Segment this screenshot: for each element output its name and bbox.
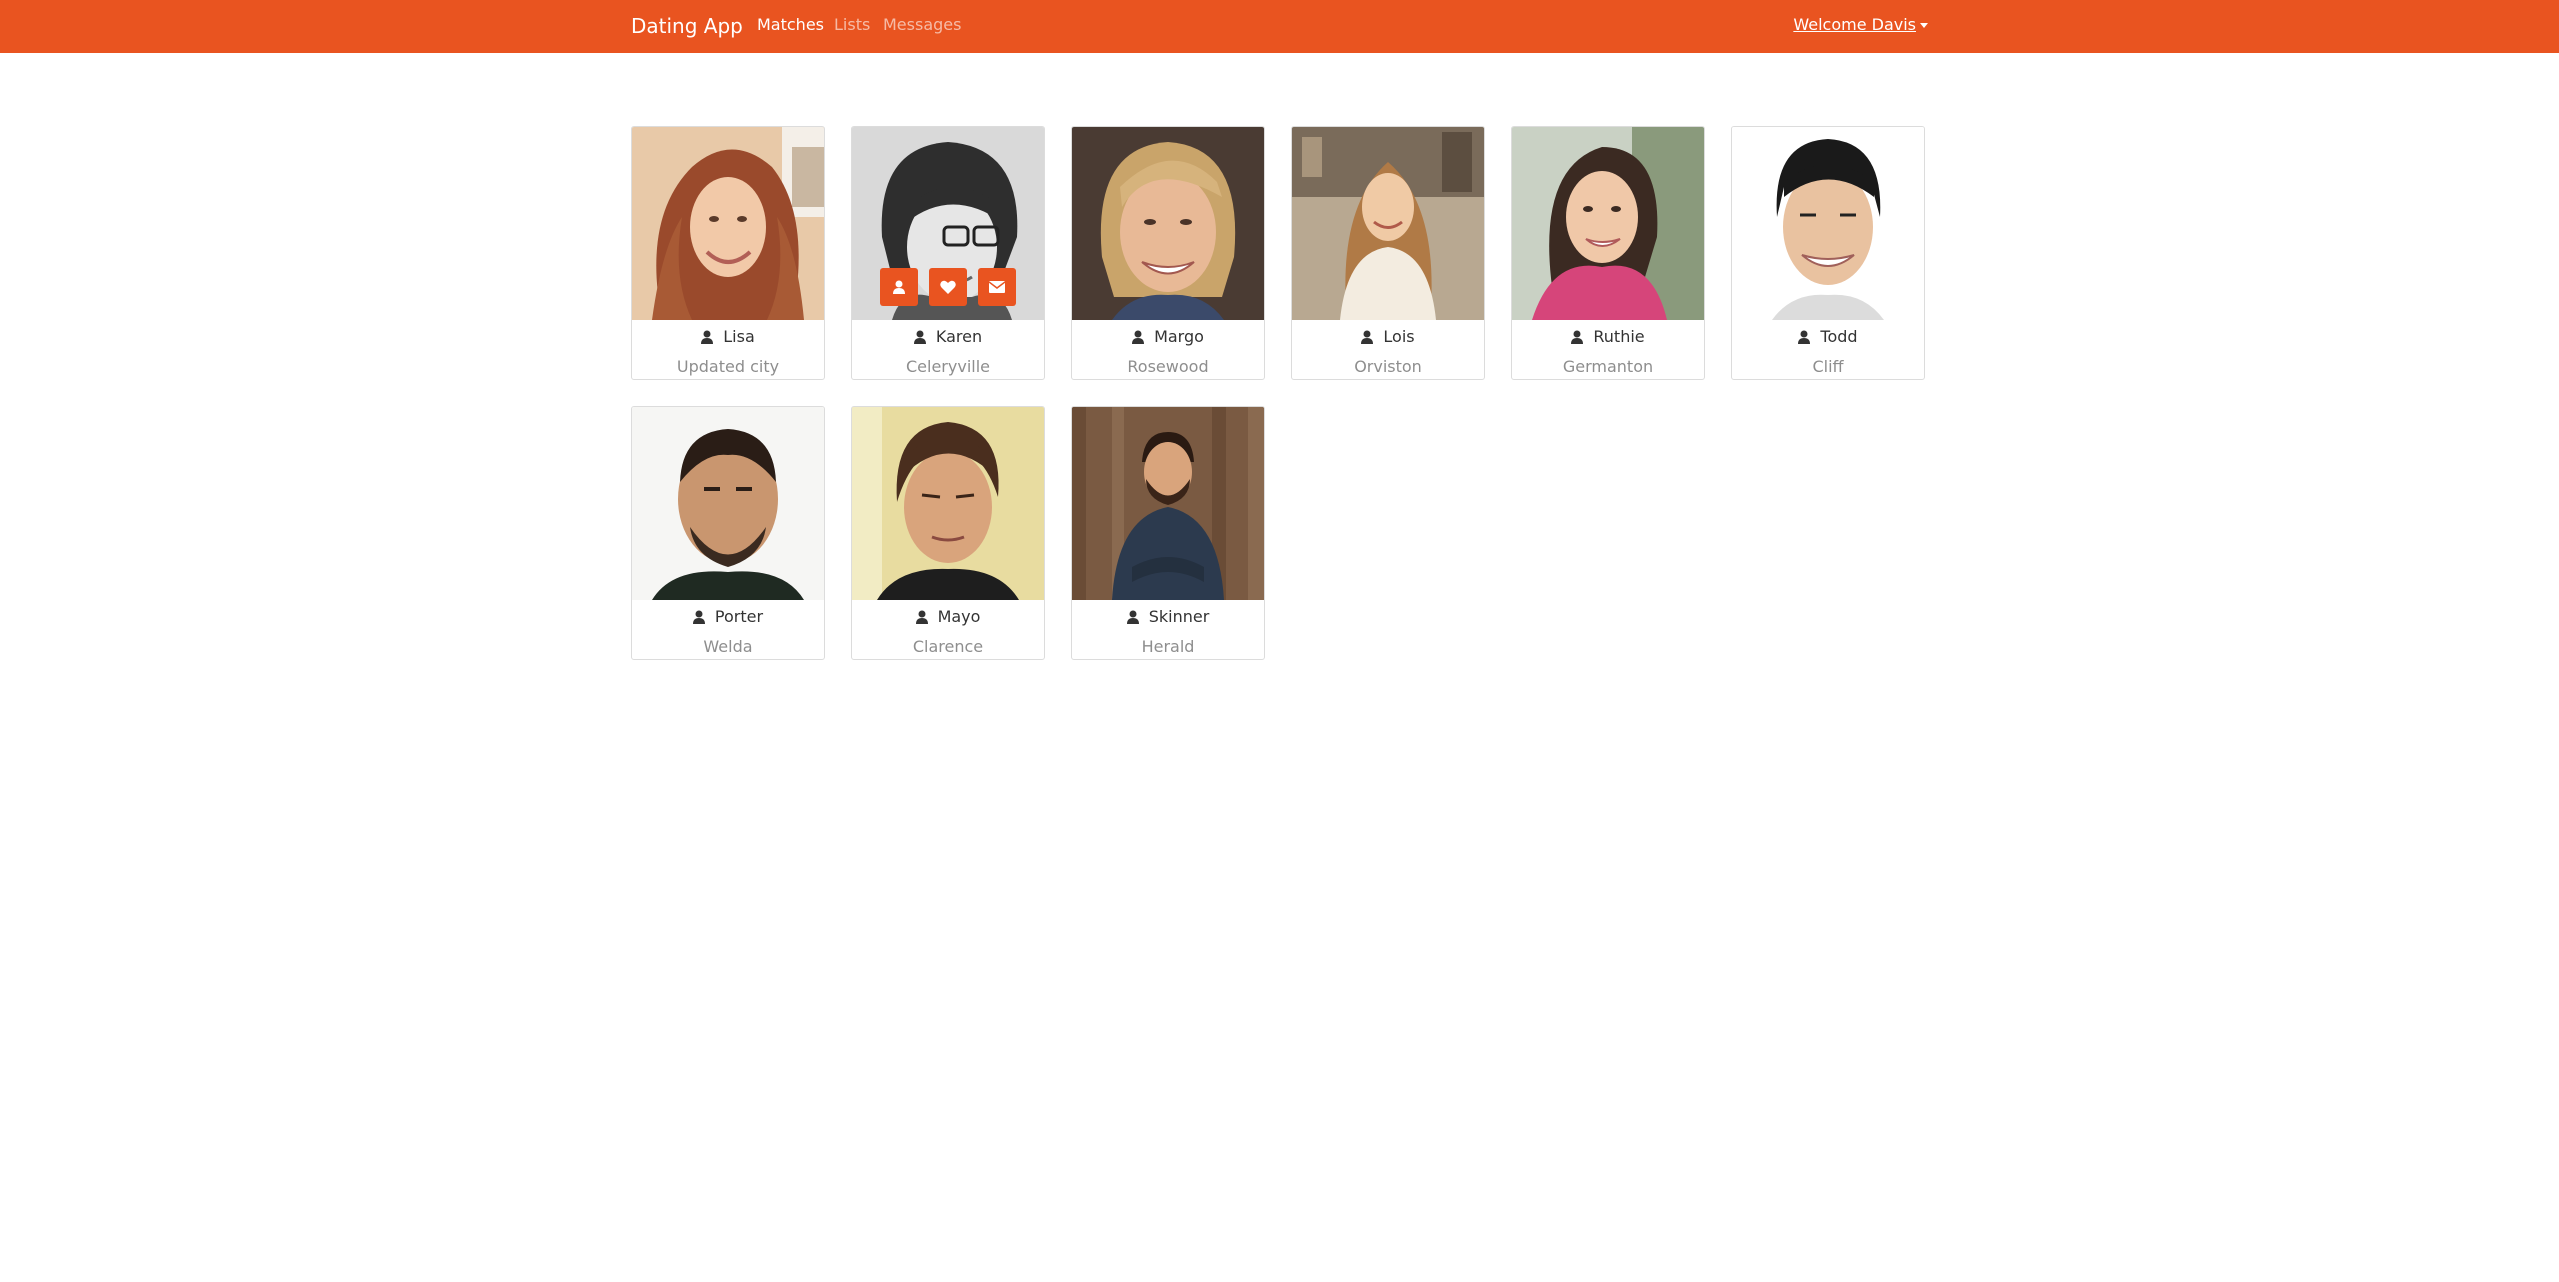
member-card[interactable]: Ruthie Germanton: [1511, 126, 1705, 380]
user-icon: [1361, 330, 1374, 344]
navbar: Dating App Matches Lists Messages Welcom…: [0, 0, 2559, 53]
member-name: Karen: [935, 327, 983, 346]
member-name: Todd: [1820, 327, 1858, 346]
member-card[interactable]: Todd Cliff: [1731, 126, 1925, 380]
welcome-label: Welcome Davis: [1793, 15, 1916, 34]
member-card[interactable]: Lois Orviston: [1291, 126, 1485, 380]
member-card[interactable]: Skinner Herald: [1071, 406, 1265, 660]
brand-link[interactable]: Dating App: [631, 13, 743, 39]
user-dropdown-toggle[interactable]: Welcome Davis: [1793, 15, 1928, 35]
member-photo: [1072, 407, 1264, 600]
view-profile-button[interactable]: [880, 268, 918, 306]
user-icon: [893, 280, 905, 294]
envelope-icon: [989, 281, 1005, 293]
user-icon: [1798, 330, 1811, 344]
user-icon: [701, 330, 714, 344]
member-city: Welda: [703, 637, 753, 656]
member-name: Ruthie: [1593, 327, 1645, 346]
user-icon: [915, 610, 928, 624]
member-city: Clarence: [912, 637, 984, 656]
user-icon: [1132, 330, 1145, 344]
member-action-buttons: [852, 268, 1044, 306]
member-photo: [1072, 127, 1264, 320]
member-photo: [632, 127, 824, 320]
member-city: Germanton: [1562, 357, 1654, 376]
member-city: Celeryville: [906, 357, 990, 376]
user-icon: [913, 330, 926, 344]
member-photo: [852, 407, 1044, 600]
member-photo: [1512, 127, 1704, 320]
member-card[interactable]: Margo Rosewood: [1071, 126, 1265, 380]
member-name: Margo: [1154, 327, 1204, 346]
member-name: Lisa: [723, 327, 755, 346]
member-city: Cliff: [1812, 357, 1844, 376]
member-city: Orviston: [1354, 357, 1422, 376]
caret-down-icon: [1920, 22, 1928, 28]
user-icon: [1126, 610, 1139, 624]
member-name: Skinner: [1148, 607, 1210, 626]
user-icon: [1571, 330, 1584, 344]
member-city: Herald: [1141, 637, 1195, 656]
member-card[interactable]: Mayo Clarence: [851, 406, 1045, 660]
member-photo: [1292, 127, 1484, 320]
nav-lists[interactable]: Lists: [834, 15, 870, 35]
nav-matches[interactable]: Matches: [757, 15, 824, 35]
member-photo: [1732, 127, 1924, 320]
message-button[interactable]: [978, 268, 1016, 306]
nav-messages[interactable]: Messages: [883, 15, 961, 35]
member-city: Rosewood: [1127, 357, 1209, 376]
member-card[interactable]: Karen Celeryville: [851, 126, 1045, 380]
member-name: Mayo: [937, 607, 981, 626]
member-city: Updated city: [676, 357, 780, 376]
member-name: Lois: [1383, 327, 1415, 346]
member-photo: [632, 407, 824, 600]
user-icon: [692, 610, 705, 624]
member-card[interactable]: Lisa Updated city: [631, 126, 825, 380]
heart-icon: [940, 280, 956, 294]
member-card[interactable]: Porter Welda: [631, 406, 825, 660]
like-button[interactable]: [929, 268, 967, 306]
member-name: Porter: [714, 607, 764, 626]
